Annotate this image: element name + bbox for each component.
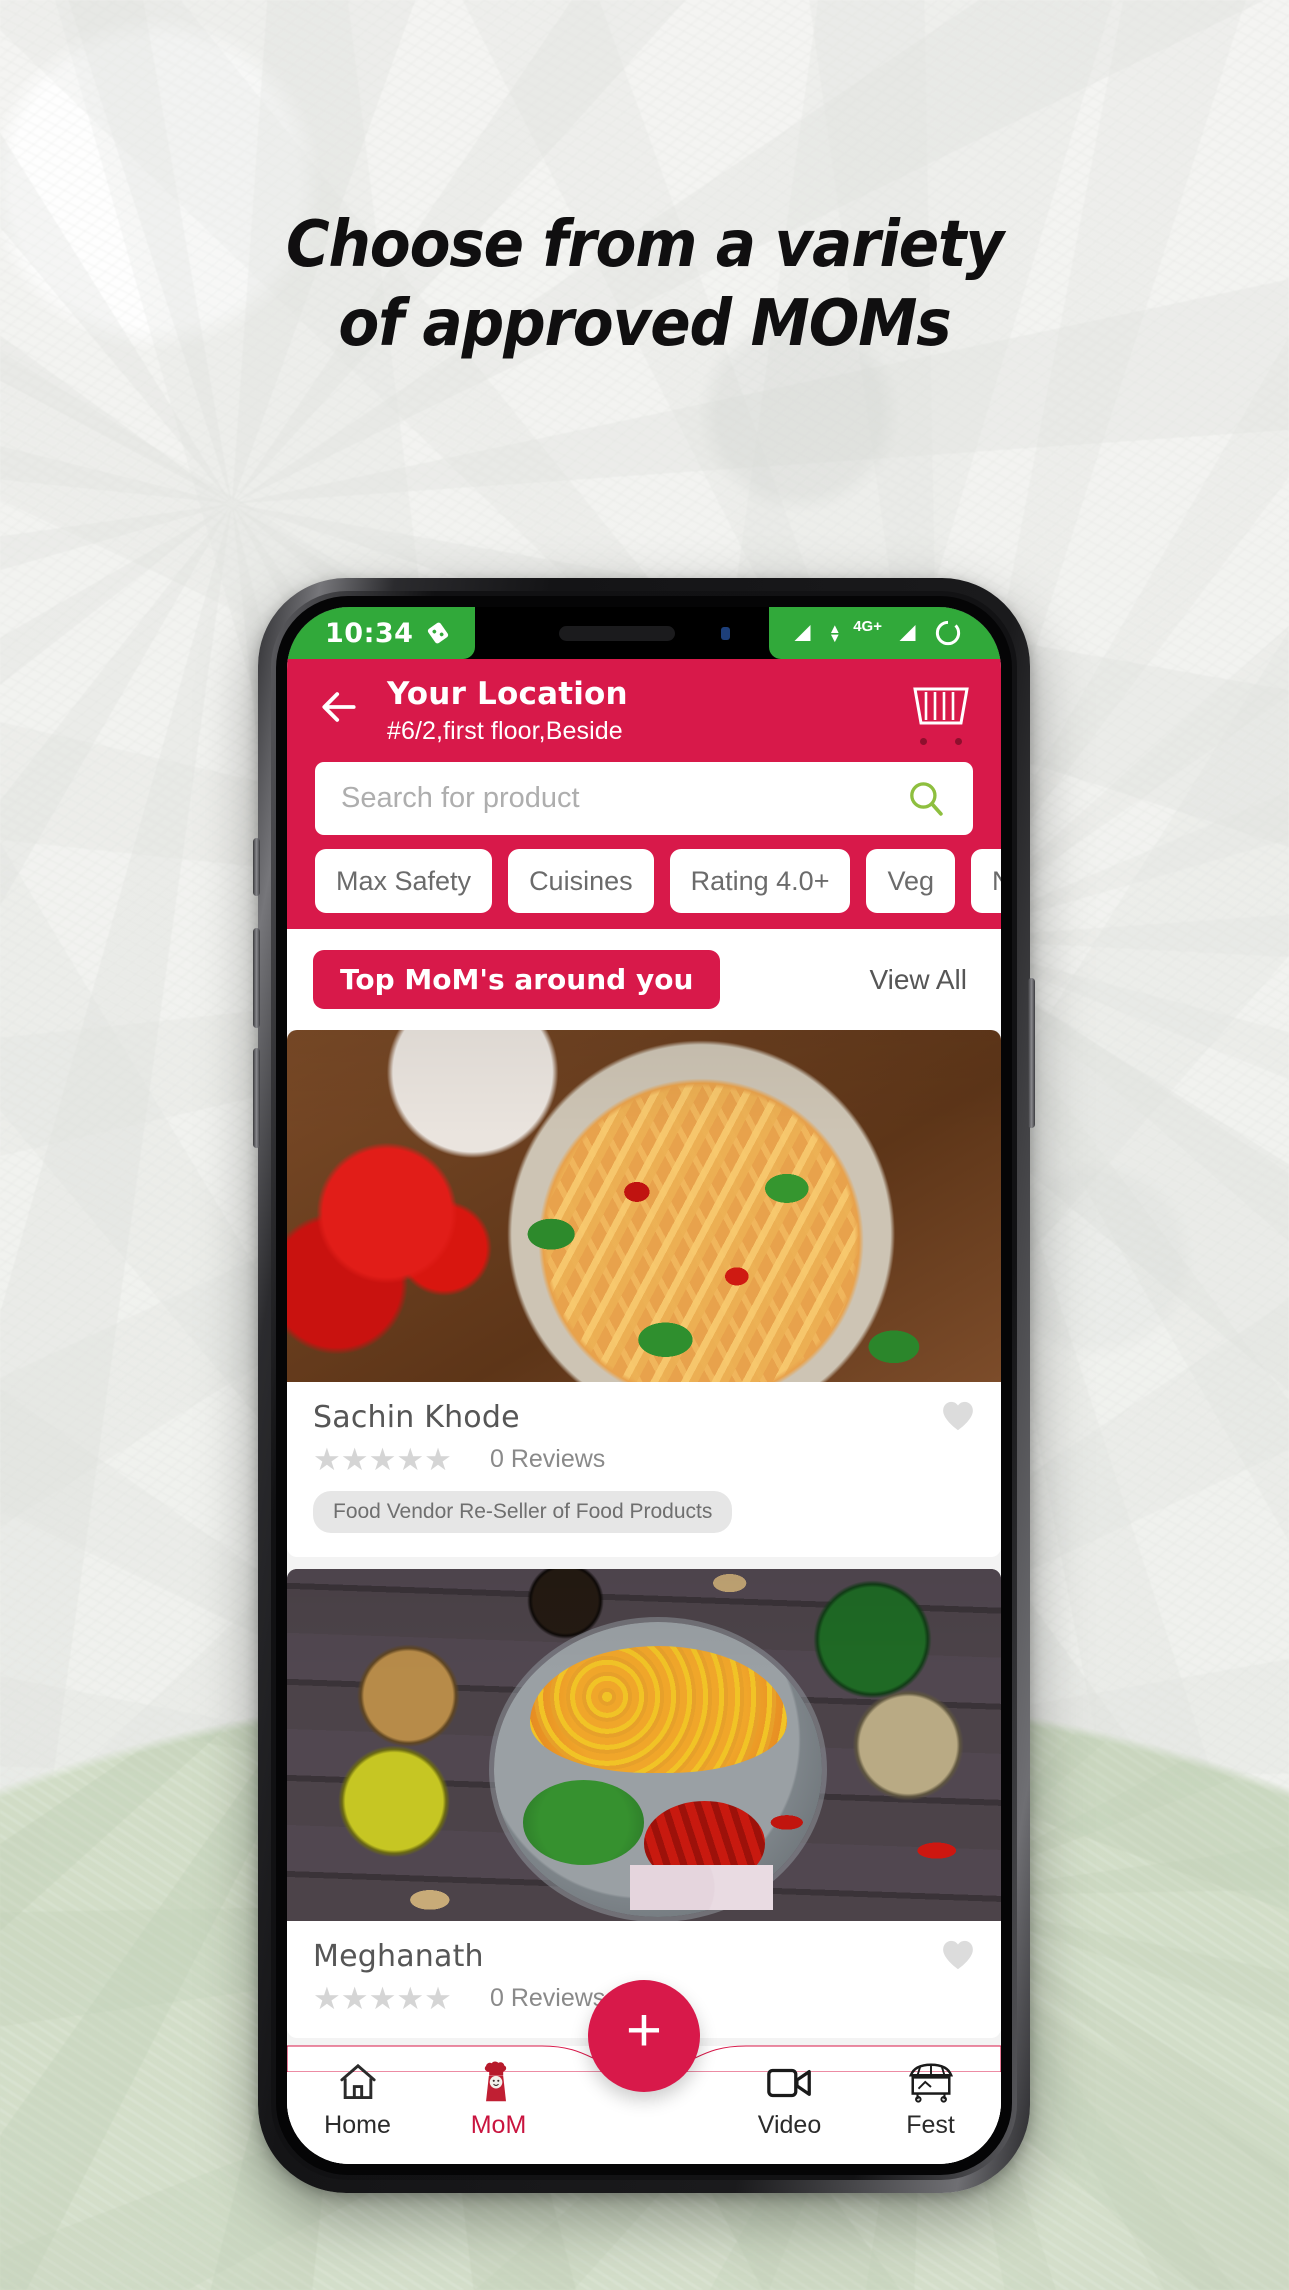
front-camera: [720, 626, 730, 640]
data-arrows-icon: ▲ ▼: [828, 620, 842, 645]
star-rating: ★★★★★: [313, 1981, 452, 2016]
cart-button[interactable]: [911, 685, 971, 745]
filter-chips-row[interactable]: Max Safety Cuisines Rating 4.0+ Veg Non …: [287, 849, 1001, 929]
page-title: Choose from a variety of approved MOMs: [45, 206, 1244, 363]
nav-item-fest[interactable]: Fest: [860, 2058, 1001, 2140]
sim-card-icon: [428, 622, 449, 644]
phone-screen: 10:34 ▲ ▼ 4G+ Your Location #6/2,first f…: [287, 607, 1001, 2164]
heart-icon[interactable]: [941, 1400, 975, 1432]
image-overlay: [287, 1569, 1001, 1921]
image-overlay: [287, 1030, 1001, 1382]
vendor-tag: Food Vendor Re-Seller of Food Products: [313, 1491, 733, 1533]
market-stall-icon: [906, 2058, 956, 2106]
nav-label-video: Video: [757, 2111, 822, 2139]
vendor-name: Meghanath: [313, 1939, 484, 1974]
filter-chip-cuisines[interactable]: Cuisines: [508, 849, 654, 913]
view-all-link[interactable]: View All: [869, 964, 967, 996]
search-icon[interactable]: [905, 778, 947, 820]
phone-volume-up-button[interactable]: [253, 928, 260, 1028]
chef-icon: [478, 2058, 520, 2106]
app-content: Top MoM's around you View All Sachin Kho…: [287, 929, 1001, 2164]
status-bar-left: 10:34: [287, 607, 476, 659]
vendor-image: [287, 1030, 1001, 1382]
headline-line-1: Choose from a variety: [285, 208, 1004, 282]
section-header: Top MoM's around you View All: [287, 929, 1001, 1030]
search-zone: [287, 762, 1001, 849]
phone-bezel: 10:34 ▲ ▼ 4G+ Your Location #6/2,first f…: [276, 596, 1012, 2175]
location-title: Your Location: [387, 676, 628, 712]
headline-line-2: of approved MOMs: [338, 286, 951, 361]
add-button-fab[interactable]: +: [588, 1980, 700, 2092]
filter-chip-veg[interactable]: Veg: [866, 849, 956, 913]
search-box[interactable]: [315, 762, 973, 835]
vendor-name: Sachin Khode: [313, 1400, 520, 1435]
heart-icon[interactable]: [941, 1939, 975, 1971]
app-header: Your Location #6/2,first floor,Beside: [287, 659, 1001, 762]
battery-icon: [935, 619, 961, 646]
search-input[interactable]: [341, 782, 905, 815]
nav-label-home: Home: [324, 2111, 391, 2139]
basket-wheels: [911, 732, 971, 745]
filter-chip-non-veg[interactable]: Non Veg: [971, 849, 1001, 913]
review-count: 0 Reviews: [489, 1445, 606, 1473]
network-label: 4G+: [853, 617, 882, 635]
phone-power-button[interactable]: [1028, 978, 1035, 1128]
nav-item-video[interactable]: Video: [719, 2058, 860, 2140]
phone-mockup: 10:34 ▲ ▼ 4G+ Your Location #6/2,first f…: [253, 578, 1035, 2193]
nav-item-mom[interactable]: MoM: [428, 2058, 569, 2140]
filter-chip-rating[interactable]: Rating 4.0+: [669, 849, 851, 913]
star-rating: ★★★★★: [313, 1442, 452, 1477]
vendor-image: [287, 1569, 1001, 1921]
section-title-pill[interactable]: Top MoM's around you: [313, 950, 721, 1009]
signal-bars-icon-2: [899, 625, 916, 641]
vendor-card[interactable]: Sachin Khode ★★★★★ 0 Reviews Food Vendor…: [287, 1030, 1001, 1557]
phone-silent-switch[interactable]: [253, 838, 260, 896]
vendor-card[interactable]: Meghanath ★★★★★ 0 Reviews: [287, 1569, 1001, 2038]
fab-label: +: [625, 1996, 663, 2065]
status-bar: 10:34 ▲ ▼ 4G+: [287, 607, 1001, 659]
nav-label-fest: Fest: [906, 2111, 955, 2139]
status-time: 10:34: [325, 617, 414, 649]
filter-chips: Max Safety Cuisines Rating 4.0+ Veg Non …: [315, 849, 1001, 913]
location-block[interactable]: Your Location #6/2,first floor,Beside: [387, 673, 885, 746]
location-address: #6/2,first floor,Beside: [387, 717, 623, 745]
phone-volume-down-button[interactable]: [253, 1048, 260, 1148]
vendor-rating-row: ★★★★★ 0 Reviews: [313, 1444, 971, 1475]
home-icon: [335, 2058, 381, 2106]
filter-chip-max-safety[interactable]: Max Safety: [315, 849, 493, 913]
video-camera-icon: [765, 2058, 815, 2106]
signal-bars-icon: [794, 625, 811, 641]
nav-label-mom: MoM: [470, 2111, 527, 2139]
shopping-basket-icon: [913, 687, 969, 725]
status-bar-right: ▲ ▼ 4G+: [769, 607, 1001, 659]
nav-item-home[interactable]: Home: [287, 2058, 428, 2140]
review-count: 0 Reviews: [489, 1984, 606, 2012]
vendor-card-body: Sachin Khode ★★★★★ 0 Reviews Food Vendor…: [287, 1382, 1001, 1557]
back-arrow-icon[interactable]: [317, 685, 361, 729]
phone-frame-inner: 10:34 ▲ ▼ 4G+ Your Location #6/2,first f…: [271, 591, 1017, 2180]
earpiece-speaker: [558, 625, 675, 641]
